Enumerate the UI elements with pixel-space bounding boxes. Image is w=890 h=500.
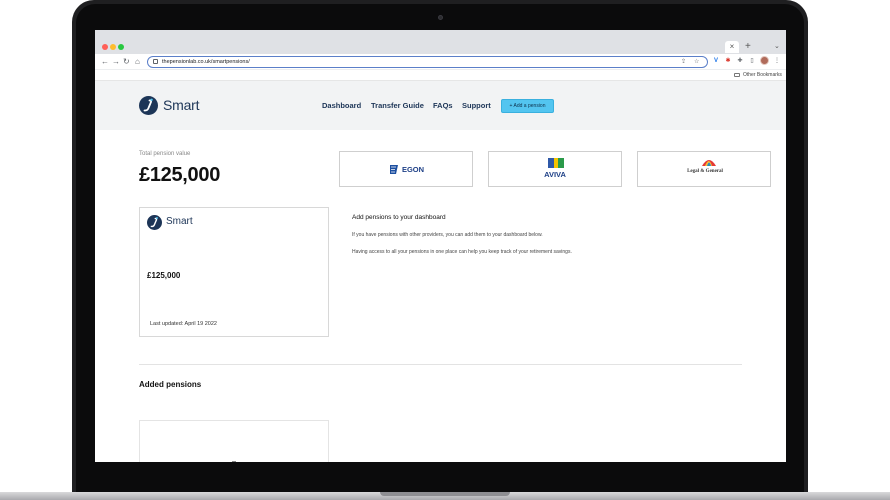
smart-logo-icon: [147, 215, 162, 230]
browser-toolbar: ← → ↻ ⌂ thepensionlab.co.uk/smartpension…: [95, 54, 786, 70]
nav-dashboard[interactable]: Dashboard: [322, 101, 361, 111]
provider-name-aviva: AVIVA: [544, 170, 566, 179]
address-bar[interactable]: thepensionlab.co.uk/smartpensions/ ⇪ ☆: [147, 56, 708, 68]
card-last-updated: Last updated: April 19 2022: [150, 321, 217, 327]
aviva-logo-icon: [548, 158, 564, 168]
back-icon[interactable]: ←: [101, 56, 109, 68]
tab-bar: × + ⌄: [95, 30, 786, 54]
stage: × + ⌄ ← → ↻ ⌂ thepensionlab.co.uk/smartp…: [0, 0, 890, 500]
sidebar-icon[interactable]: ▯: [748, 57, 756, 65]
profile-avatar[interactable]: [760, 56, 769, 65]
add-pensions-line1: If you have pensions with other provider…: [352, 232, 543, 238]
provider-name-legal-general: Legal & General: [687, 169, 723, 174]
provider-card-aegon[interactable]: EGON: [339, 151, 473, 187]
provider-card-legal-general[interactable]: Legal & General: [637, 151, 771, 187]
added-pensions-title: Added pensions: [139, 380, 202, 389]
vimeo-extension-icon[interactable]: V: [712, 57, 720, 65]
card-brand-name: Smart: [166, 216, 193, 227]
site-header: Smart Dashboard Transfer Guide FAQs Supp…: [95, 81, 786, 130]
nav-support[interactable]: Support: [462, 101, 491, 111]
added-pension-card[interactable]: [139, 420, 329, 462]
reload-icon[interactable]: ↻: [123, 56, 130, 68]
smart-pension-card[interactable]: Smart £125,000 Last updated: April 19 20…: [139, 207, 329, 337]
bookmarks-bar: Other Bookmarks: [95, 70, 786, 81]
total-pension-label: Total pension value: [139, 151, 191, 157]
other-bookmarks-link[interactable]: Other Bookmarks: [743, 71, 782, 80]
minimize-window-icon[interactable]: [110, 44, 116, 50]
smart-logo-icon[interactable]: [139, 96, 158, 115]
loading-indicator: [232, 461, 236, 462]
camera-icon: [438, 15, 443, 20]
bookmark-star-icon[interactable]: ☆: [694, 57, 699, 67]
url-text: thepensionlab.co.uk/smartpensions/: [162, 59, 250, 65]
folder-icon: [734, 73, 740, 77]
total-pension-value: £125,000: [139, 164, 221, 186]
tab-menu-icon[interactable]: ⌄: [774, 42, 780, 50]
nav-transfer-guide[interactable]: Transfer Guide: [371, 101, 424, 111]
forward-icon[interactable]: →: [112, 56, 120, 68]
home-icon[interactable]: ⌂: [135, 56, 140, 68]
add-pensions-title: Add pensions to your dashboard: [352, 214, 446, 221]
close-window-icon[interactable]: [102, 44, 108, 50]
card-pension-value: £125,000: [147, 271, 181, 280]
provider-name-aegon: EGON: [401, 165, 425, 174]
browser-window: × + ⌄ ← → ↻ ⌂ thepensionlab.co.uk/smartp…: [95, 30, 786, 462]
legal-general-umbrella-icon: [702, 160, 716, 166]
share-icon[interactable]: ⇪: [681, 57, 686, 67]
add-pensions-line2: Having access to all your pensions in on…: [352, 249, 572, 255]
provider-card-aviva[interactable]: AVIVA: [488, 151, 622, 187]
extension-icon[interactable]: ✱: [724, 57, 732, 65]
nav-faqs[interactable]: FAQs: [433, 101, 453, 111]
puzzle-extensions-icon[interactable]: ✚: [736, 57, 744, 65]
new-tab-icon[interactable]: +: [745, 41, 751, 53]
section-divider: [139, 364, 742, 365]
brand-name[interactable]: Smart: [163, 97, 200, 113]
browser-menu-icon[interactable]: ⋮: [773, 57, 781, 65]
maximize-window-icon[interactable]: [118, 44, 124, 50]
close-tab-icon[interactable]: ×: [725, 41, 739, 53]
laptop-notch: [380, 492, 510, 496]
add-pension-button[interactable]: + Add a pension: [501, 99, 554, 113]
lock-icon: [153, 59, 158, 64]
